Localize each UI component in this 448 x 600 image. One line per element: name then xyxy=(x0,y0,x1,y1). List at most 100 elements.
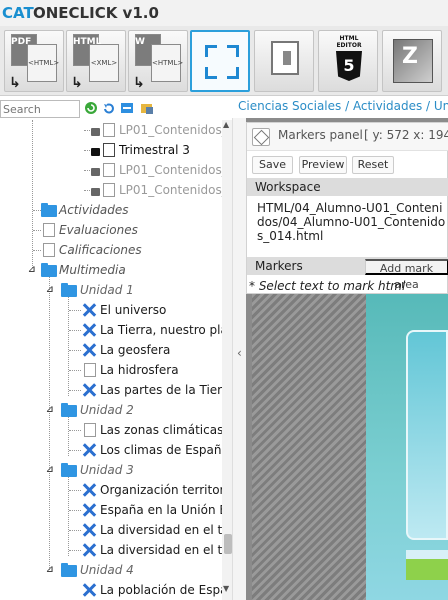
reset-button[interactable]: Reset xyxy=(352,156,394,174)
reload-icon[interactable] xyxy=(102,101,116,115)
panel-splitter[interactable]: ‹ xyxy=(232,118,246,600)
tree-folder-multimedia[interactable]: ⊿ Multimedia xyxy=(0,260,222,280)
tree-item[interactable]: LP01_Contenidos_B xyxy=(0,120,232,140)
collapse-toggle-icon[interactable]: ⊿ xyxy=(28,266,37,275)
scroll-down-icon[interactable]: ▼ xyxy=(223,584,229,593)
tree-folder-unidad-1[interactable]: ⊿ Unidad 1 xyxy=(0,280,222,300)
search-input[interactable] xyxy=(0,100,80,118)
book-button[interactable] xyxy=(254,30,314,92)
app-title-brand: CAT xyxy=(2,4,34,22)
tree-item-label: LP01_Contenidos_B xyxy=(119,123,232,137)
collapse-icon[interactable] xyxy=(120,101,134,115)
collapse-left-icon[interactable]: ‹ xyxy=(237,346,242,360)
content-tree: LP01_Contenidos_B Trimestral 3 LP01_Cont… xyxy=(0,120,232,600)
tree-item-label: El universo xyxy=(100,303,167,317)
tree-item-label: Organización territoria xyxy=(100,483,232,497)
folder-settings-icon[interactable] xyxy=(140,101,154,115)
multimedia-icon xyxy=(82,503,96,517)
collapse-toggle-icon[interactable]: ⊿ xyxy=(46,466,55,475)
html-editor-button[interactable]: HTML EDITOR 5 xyxy=(318,30,378,92)
convert-arrow-icon: ↳ xyxy=(9,75,21,91)
workspace-header: Workspace xyxy=(247,178,448,196)
tree-item[interactable]: LP01_Contenidos_B xyxy=(0,180,232,200)
tree-item-label: Las partes de la Tierra xyxy=(100,383,232,397)
lock-icon xyxy=(91,168,100,176)
tree-item-label: Unidad 4 xyxy=(80,563,134,577)
html-document-icon: <HTML> xyxy=(27,44,59,82)
folder-icon xyxy=(61,463,77,477)
word-html-export-button[interactable]: W <HTML> ↳ xyxy=(128,30,188,92)
folder-icon xyxy=(61,403,77,417)
scroll-up-icon[interactable]: ▲ xyxy=(223,120,229,129)
xml-document-icon: <XML> xyxy=(89,44,119,82)
tree-item[interactable]: Las zonas climáticas xyxy=(0,420,224,440)
lock-icon xyxy=(91,128,100,136)
tree-folder-actividades[interactable]: Actividades xyxy=(0,200,222,220)
tree-item[interactable]: La geosfera xyxy=(0,340,222,360)
markers-panel-header[interactable]: Markers panel [ y: 572 x: 194 ] xyxy=(247,123,448,151)
multimedia-icon xyxy=(82,583,96,597)
folder-icon xyxy=(61,283,77,297)
html-editor-label: HTML EDITOR xyxy=(336,35,362,49)
multimedia-icon xyxy=(82,323,96,337)
markers-panel: Markers panel [ y: 572 x: 194 ] Save Pre… xyxy=(246,122,448,294)
breadcrumb[interactable]: Ciencias Sociales / Actividades / Unidad xyxy=(238,99,448,113)
preview-landscape xyxy=(406,550,448,580)
refresh-green-icon[interactable] xyxy=(84,101,98,115)
tree-folder-unidad-4[interactable]: ⊿ Unidad 4 xyxy=(0,560,222,580)
tree-item[interactable]: Los climas de España xyxy=(0,440,229,460)
collapse-toggle-icon[interactable]: ⊿ xyxy=(46,406,55,415)
collapse-toggle-icon[interactable]: ⊿ xyxy=(46,286,55,295)
zip-icon xyxy=(393,39,433,83)
tree-folder-unidad-2[interactable]: ⊿ Unidad 2 xyxy=(0,400,222,420)
preview-margin xyxy=(252,290,366,600)
tree-item-label: Unidad 3 xyxy=(80,463,134,477)
tree-item-label: La geosfera xyxy=(100,343,171,357)
convert-arrow-icon: ↳ xyxy=(133,75,145,91)
lock-icon xyxy=(91,188,100,196)
cursor-coordinates: [ y: 572 x: 194 ] xyxy=(364,128,448,142)
folder-icon xyxy=(61,563,77,577)
html-xml-export-button[interactable]: HTML <XML> ↳ xyxy=(66,30,126,92)
multimedia-icon xyxy=(82,543,96,557)
select-frame-button[interactable] xyxy=(190,30,250,92)
tree-item[interactable]: La diversidad en el terr xyxy=(0,520,232,540)
tree-scrollbar[interactable] xyxy=(222,120,232,600)
toolbar: PDF <HTML> ↳ HTML <XML> ↳ W <HTML> ↳ HTM… xyxy=(0,26,448,96)
page-icon xyxy=(43,223,55,237)
book-icon xyxy=(271,41,299,75)
tree-item[interactable]: La Tierra, nuestro plan xyxy=(0,320,232,340)
tree-item[interactable]: LP01_Contenidos_B xyxy=(0,160,232,180)
collapse-toggle-icon[interactable]: ⊿ xyxy=(46,566,55,575)
tree-item-calificaciones[interactable]: Calificaciones xyxy=(0,240,222,260)
save-button[interactable]: Save xyxy=(252,156,293,174)
tree-item[interactable]: La población de España xyxy=(0,580,232,600)
html-document-icon: <HTML> xyxy=(151,44,183,82)
tree-item[interactable]: El universo xyxy=(0,300,222,320)
tree-item-evaluaciones[interactable]: Evaluaciones xyxy=(0,220,222,240)
tree-item-label: LP01_Contenidos_B xyxy=(119,183,232,197)
word-label: W xyxy=(135,37,145,47)
tree-item-label: Calificaciones xyxy=(59,243,142,257)
tree-item-label: Multimedia xyxy=(59,263,126,277)
tree-item[interactable]: La hidrosfera xyxy=(0,360,222,380)
tree-item[interactable]: La diversidad en el terr xyxy=(0,540,232,560)
tree-item-label: Evaluaciones xyxy=(59,223,138,237)
html5-editor-icon: HTML EDITOR 5 xyxy=(333,35,365,87)
zip-button[interactable] xyxy=(382,30,442,92)
tree-item-label: Las zonas climáticas xyxy=(100,423,224,437)
tree-folder-unidad-3[interactable]: ⊿ Unidad 3 xyxy=(0,460,222,480)
tree-item[interactable]: Organización territoria xyxy=(0,480,232,500)
app-header: CAT ONECLICK v1.0 xyxy=(0,0,448,26)
tree-item-label: La población de España xyxy=(100,583,232,597)
scrollbar-thumb[interactable] xyxy=(224,534,232,554)
preview-button[interactable]: Preview xyxy=(299,156,347,174)
markers-hint: * Select text to mark html xyxy=(249,279,406,293)
add-mark-area-button[interactable]: Add mark area xyxy=(365,259,448,291)
multimedia-icon xyxy=(82,383,96,397)
page-icon xyxy=(84,423,96,437)
tree-item[interactable]: Las partes de la Tierra xyxy=(0,380,232,400)
pdf-html-export-button[interactable]: PDF <HTML> ↳ xyxy=(4,30,64,92)
tree-item[interactable]: Trimestral 3 xyxy=(0,140,222,160)
tree-item[interactable]: España en la Unión Eur xyxy=(0,500,232,520)
